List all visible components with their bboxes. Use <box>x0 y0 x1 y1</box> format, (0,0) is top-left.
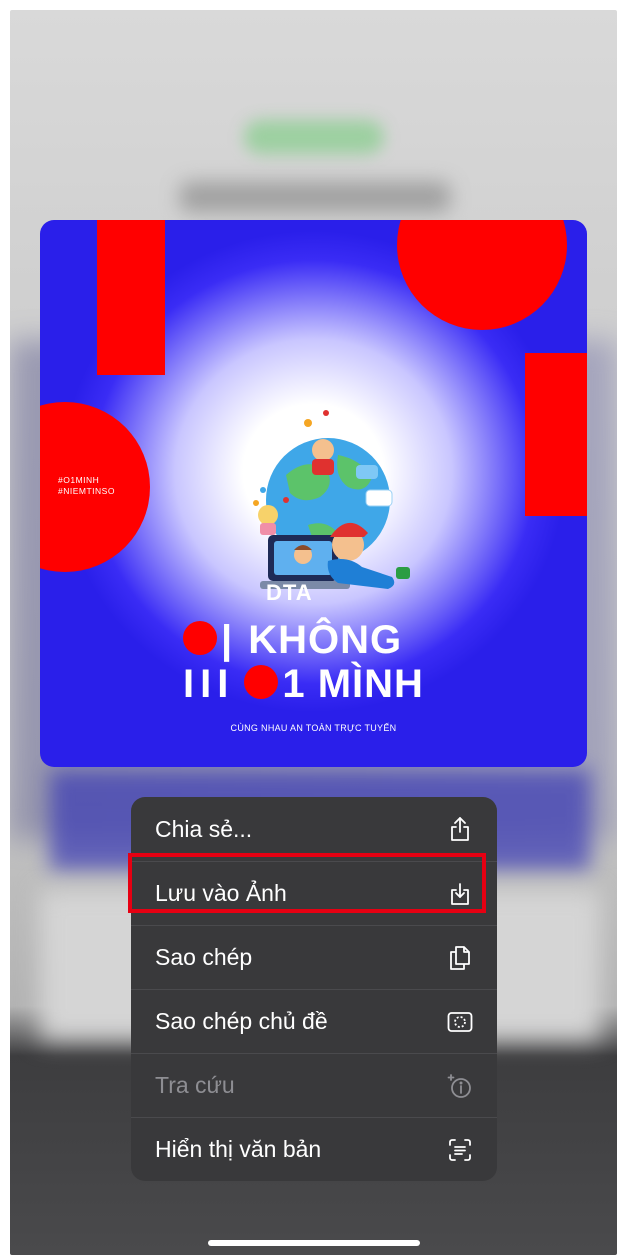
menu-item-label: Sao chép chủ đề <box>155 1008 328 1034</box>
menu-item-copy[interactable]: Sao chép <box>131 925 497 989</box>
poster-headline-line1: | KHÔNG <box>183 618 402 663</box>
red-dot-icon <box>183 621 217 655</box>
look-up-icon <box>447 1073 473 1099</box>
blurred-background-heading <box>180 182 450 212</box>
bar-glyph: III <box>183 662 235 706</box>
brand-logo-text: DTA <box>266 580 313 605</box>
phone-screen: #O1MINH #NIEMTINSO DTA | KHÔNG III 1 MÌN… <box>10 10 617 1255</box>
menu-item-look-up[interactable]: Tra cứu <box>131 1053 497 1117</box>
menu-item-label: Chia sẻ... <box>155 815 253 842</box>
kids-globe-illustration <box>253 410 410 589</box>
save-to-photos-icon <box>447 881 473 907</box>
red-circle-shape <box>397 220 567 330</box>
share-icon <box>447 816 473 842</box>
menu-item-label: Hiển thị văn bản <box>155 1136 322 1162</box>
copy-subject-icon <box>447 1009 473 1035</box>
poster-headline-line2: III 1 MÌNH <box>183 662 424 706</box>
menu-item-share[interactable]: Chia sẻ... <box>131 797 497 861</box>
red-rectangle-shape <box>97 220 165 375</box>
image-preview: #O1MINH #NIEMTINSO DTA | KHÔNG III 1 MÌN… <box>40 220 587 767</box>
menu-item-save-to-photos[interactable]: Lưu vào Ảnh <box>131 861 497 925</box>
poster-hashtags: #O1MINH #NIEMTINSO <box>58 475 115 496</box>
menu-item-label: Lưu vào Ảnh <box>155 880 287 906</box>
menu-item-label: Sao chép <box>155 944 253 970</box>
bar-glyph: | <box>221 618 239 662</box>
show-text-icon <box>447 1137 473 1163</box>
copy-icon <box>447 945 473 971</box>
menu-item-copy-subject[interactable]: Sao chép chủ đề <box>131 989 497 1053</box>
menu-item-label: Tra cứu <box>155 1072 235 1098</box>
red-dot-icon <box>244 665 279 699</box>
context-menu: Chia sẻ... Lưu vào Ảnh Sao chép Sao chép… <box>131 797 497 1181</box>
home-indicator[interactable] <box>208 1240 420 1246</box>
red-rectangle-shape <box>525 353 587 516</box>
menu-item-show-text[interactable]: Hiển thị văn bản <box>131 1117 497 1181</box>
blurred-background-button <box>244 120 384 154</box>
poster-tagline: CÙNG NHAU AN TOÀN TRỰC TUYẾN <box>230 723 397 733</box>
